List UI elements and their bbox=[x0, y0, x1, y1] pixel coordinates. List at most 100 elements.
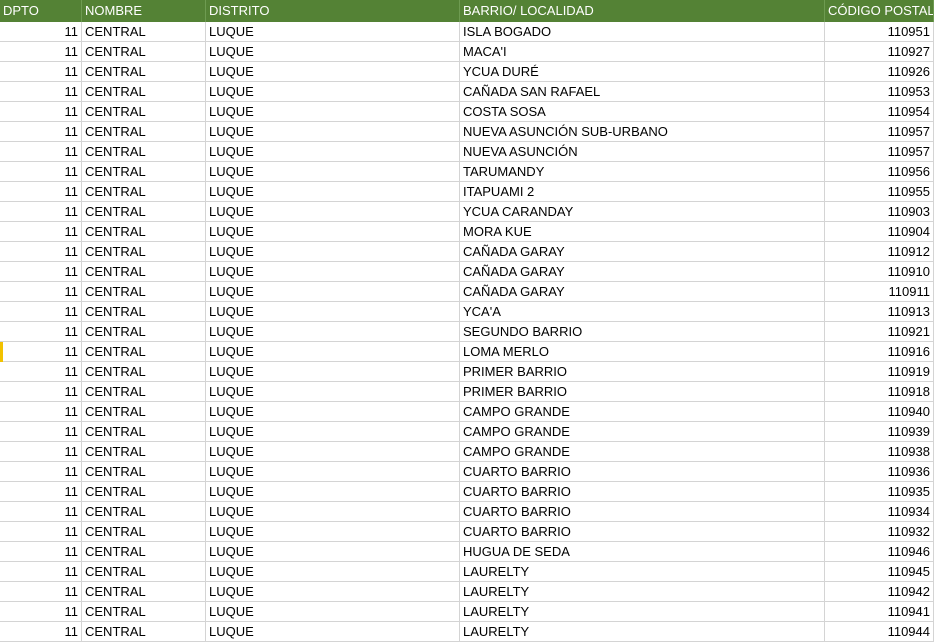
cell-barrio[interactable]: MORA KUE bbox=[460, 222, 825, 242]
cell-codigo-postal[interactable]: 110932 bbox=[825, 522, 934, 542]
cell-codigo-postal[interactable]: 110904 bbox=[825, 222, 934, 242]
header-barrio[interactable]: BARRIO/ LOCALIDAD bbox=[460, 0, 825, 22]
cell-nombre[interactable]: CENTRAL bbox=[82, 402, 206, 422]
cell-barrio[interactable]: LAURELTY bbox=[460, 602, 825, 622]
cell-distrito[interactable]: LUQUE bbox=[206, 422, 460, 442]
cell-distrito[interactable]: LUQUE bbox=[206, 582, 460, 602]
cell-dpto[interactable]: 11 bbox=[0, 402, 82, 422]
cell-distrito[interactable]: LUQUE bbox=[206, 242, 460, 262]
cell-barrio[interactable]: SEGUNDO BARRIO bbox=[460, 322, 825, 342]
cell-codigo-postal[interactable]: 110944 bbox=[825, 622, 934, 642]
cell-nombre[interactable]: CENTRAL bbox=[82, 322, 206, 342]
cell-dpto[interactable]: 11 bbox=[0, 382, 82, 402]
cell-nombre[interactable]: CENTRAL bbox=[82, 542, 206, 562]
cell-codigo-postal[interactable]: 110942 bbox=[825, 582, 934, 602]
cell-distrito[interactable]: LUQUE bbox=[206, 262, 460, 282]
cell-codigo-postal[interactable]: 110921 bbox=[825, 322, 934, 342]
cell-dpto[interactable]: 11 bbox=[0, 342, 82, 362]
cell-dpto[interactable]: 11 bbox=[0, 542, 82, 562]
cell-codigo-postal[interactable]: 110935 bbox=[825, 482, 934, 502]
cell-nombre[interactable]: CENTRAL bbox=[82, 302, 206, 322]
cell-nombre[interactable]: CENTRAL bbox=[82, 142, 206, 162]
cell-dpto[interactable]: 11 bbox=[0, 482, 82, 502]
cell-dpto[interactable]: 11 bbox=[0, 42, 82, 62]
cell-nombre[interactable]: CENTRAL bbox=[82, 462, 206, 482]
cell-codigo-postal[interactable]: 110940 bbox=[825, 402, 934, 422]
cell-codigo-postal[interactable]: 110957 bbox=[825, 122, 934, 142]
cell-codigo-postal[interactable]: 110938 bbox=[825, 442, 934, 462]
cell-dpto[interactable]: 11 bbox=[0, 622, 82, 642]
cell-barrio[interactable]: COSTA SOSA bbox=[460, 102, 825, 122]
cell-distrito[interactable]: LUQUE bbox=[206, 342, 460, 362]
cell-dpto[interactable]: 11 bbox=[0, 422, 82, 442]
cell-barrio[interactable]: NUEVA ASUNCIÓN SUB-URBANO bbox=[460, 122, 825, 142]
cell-dpto[interactable]: 11 bbox=[0, 122, 82, 142]
cell-distrito[interactable]: LUQUE bbox=[206, 402, 460, 422]
cell-dpto[interactable]: 11 bbox=[0, 242, 82, 262]
cell-dpto[interactable]: 11 bbox=[0, 322, 82, 342]
cell-dpto[interactable]: 11 bbox=[0, 282, 82, 302]
cell-barrio[interactable]: PRIMER BARRIO bbox=[460, 362, 825, 382]
cell-distrito[interactable]: LUQUE bbox=[206, 362, 460, 382]
header-nombre[interactable]: NOMBRE bbox=[82, 0, 206, 22]
cell-dpto[interactable]: 11 bbox=[0, 102, 82, 122]
cell-nombre[interactable]: CENTRAL bbox=[82, 482, 206, 502]
cell-codigo-postal[interactable]: 110912 bbox=[825, 242, 934, 262]
cell-distrito[interactable]: LUQUE bbox=[206, 222, 460, 242]
cell-barrio[interactable]: NUEVA ASUNCIÓN bbox=[460, 142, 825, 162]
cell-codigo-postal[interactable]: 110927 bbox=[825, 42, 934, 62]
cell-dpto[interactable]: 11 bbox=[0, 22, 82, 42]
cell-barrio[interactable]: CUARTO BARRIO bbox=[460, 482, 825, 502]
cell-barrio[interactable]: LOMA MERLO bbox=[460, 342, 825, 362]
cell-codigo-postal[interactable]: 110954 bbox=[825, 102, 934, 122]
cell-nombre[interactable]: CENTRAL bbox=[82, 602, 206, 622]
cell-distrito[interactable]: LUQUE bbox=[206, 62, 460, 82]
cell-distrito[interactable]: LUQUE bbox=[206, 122, 460, 142]
cell-barrio[interactable]: CAÑADA SAN RAFAEL bbox=[460, 82, 825, 102]
cell-dpto[interactable]: 11 bbox=[0, 62, 82, 82]
cell-barrio[interactable]: CAMPO GRANDE bbox=[460, 422, 825, 442]
cell-dpto[interactable]: 11 bbox=[0, 222, 82, 242]
cell-distrito[interactable]: LUQUE bbox=[206, 302, 460, 322]
cell-distrito[interactable]: LUQUE bbox=[206, 202, 460, 222]
cell-distrito[interactable]: LUQUE bbox=[206, 442, 460, 462]
cell-nombre[interactable]: CENTRAL bbox=[82, 102, 206, 122]
cell-nombre[interactable]: CENTRAL bbox=[82, 182, 206, 202]
cell-nombre[interactable]: CENTRAL bbox=[82, 282, 206, 302]
cell-barrio[interactable]: HUGUA DE SEDA bbox=[460, 542, 825, 562]
cell-distrito[interactable]: LUQUE bbox=[206, 42, 460, 62]
cell-nombre[interactable]: CENTRAL bbox=[82, 362, 206, 382]
cell-dpto[interactable]: 11 bbox=[0, 442, 82, 462]
cell-distrito[interactable]: LUQUE bbox=[206, 502, 460, 522]
cell-barrio[interactable]: CUARTO BARRIO bbox=[460, 522, 825, 542]
cell-distrito[interactable]: LUQUE bbox=[206, 462, 460, 482]
cell-dpto[interactable]: 11 bbox=[0, 182, 82, 202]
cell-dpto[interactable]: 11 bbox=[0, 142, 82, 162]
header-dpto[interactable]: DPTO bbox=[0, 0, 82, 22]
cell-distrito[interactable]: LUQUE bbox=[206, 522, 460, 542]
cell-codigo-postal[interactable]: 110941 bbox=[825, 602, 934, 622]
cell-nombre[interactable]: CENTRAL bbox=[82, 162, 206, 182]
cell-codigo-postal[interactable]: 110957 bbox=[825, 142, 934, 162]
cell-barrio[interactable]: PRIMER BARRIO bbox=[460, 382, 825, 402]
cell-distrito[interactable]: LUQUE bbox=[206, 482, 460, 502]
cell-codigo-postal[interactable]: 110903 bbox=[825, 202, 934, 222]
cell-barrio[interactable]: LAURELTY bbox=[460, 582, 825, 602]
cell-nombre[interactable]: CENTRAL bbox=[82, 502, 206, 522]
header-distrito[interactable]: DISTRITO bbox=[206, 0, 460, 22]
cell-nombre[interactable]: CENTRAL bbox=[82, 582, 206, 602]
cell-nombre[interactable]: CENTRAL bbox=[82, 342, 206, 362]
cell-dpto[interactable]: 11 bbox=[0, 302, 82, 322]
cell-barrio[interactable]: CAMPO GRANDE bbox=[460, 402, 825, 422]
cell-dpto[interactable]: 11 bbox=[0, 502, 82, 522]
header-codigo-postal[interactable]: CÓDIGO POSTAL bbox=[825, 0, 934, 22]
cell-nombre[interactable]: CENTRAL bbox=[82, 122, 206, 142]
cell-barrio[interactable]: CUARTO BARRIO bbox=[460, 462, 825, 482]
cell-nombre[interactable]: CENTRAL bbox=[82, 522, 206, 542]
cell-distrito[interactable]: LUQUE bbox=[206, 22, 460, 42]
cell-codigo-postal[interactable]: 110953 bbox=[825, 82, 934, 102]
cell-barrio[interactable]: CAÑADA GARAY bbox=[460, 282, 825, 302]
cell-barrio[interactable]: YCA'A bbox=[460, 302, 825, 322]
cell-distrito[interactable]: LUQUE bbox=[206, 142, 460, 162]
cell-nombre[interactable]: CENTRAL bbox=[82, 262, 206, 282]
